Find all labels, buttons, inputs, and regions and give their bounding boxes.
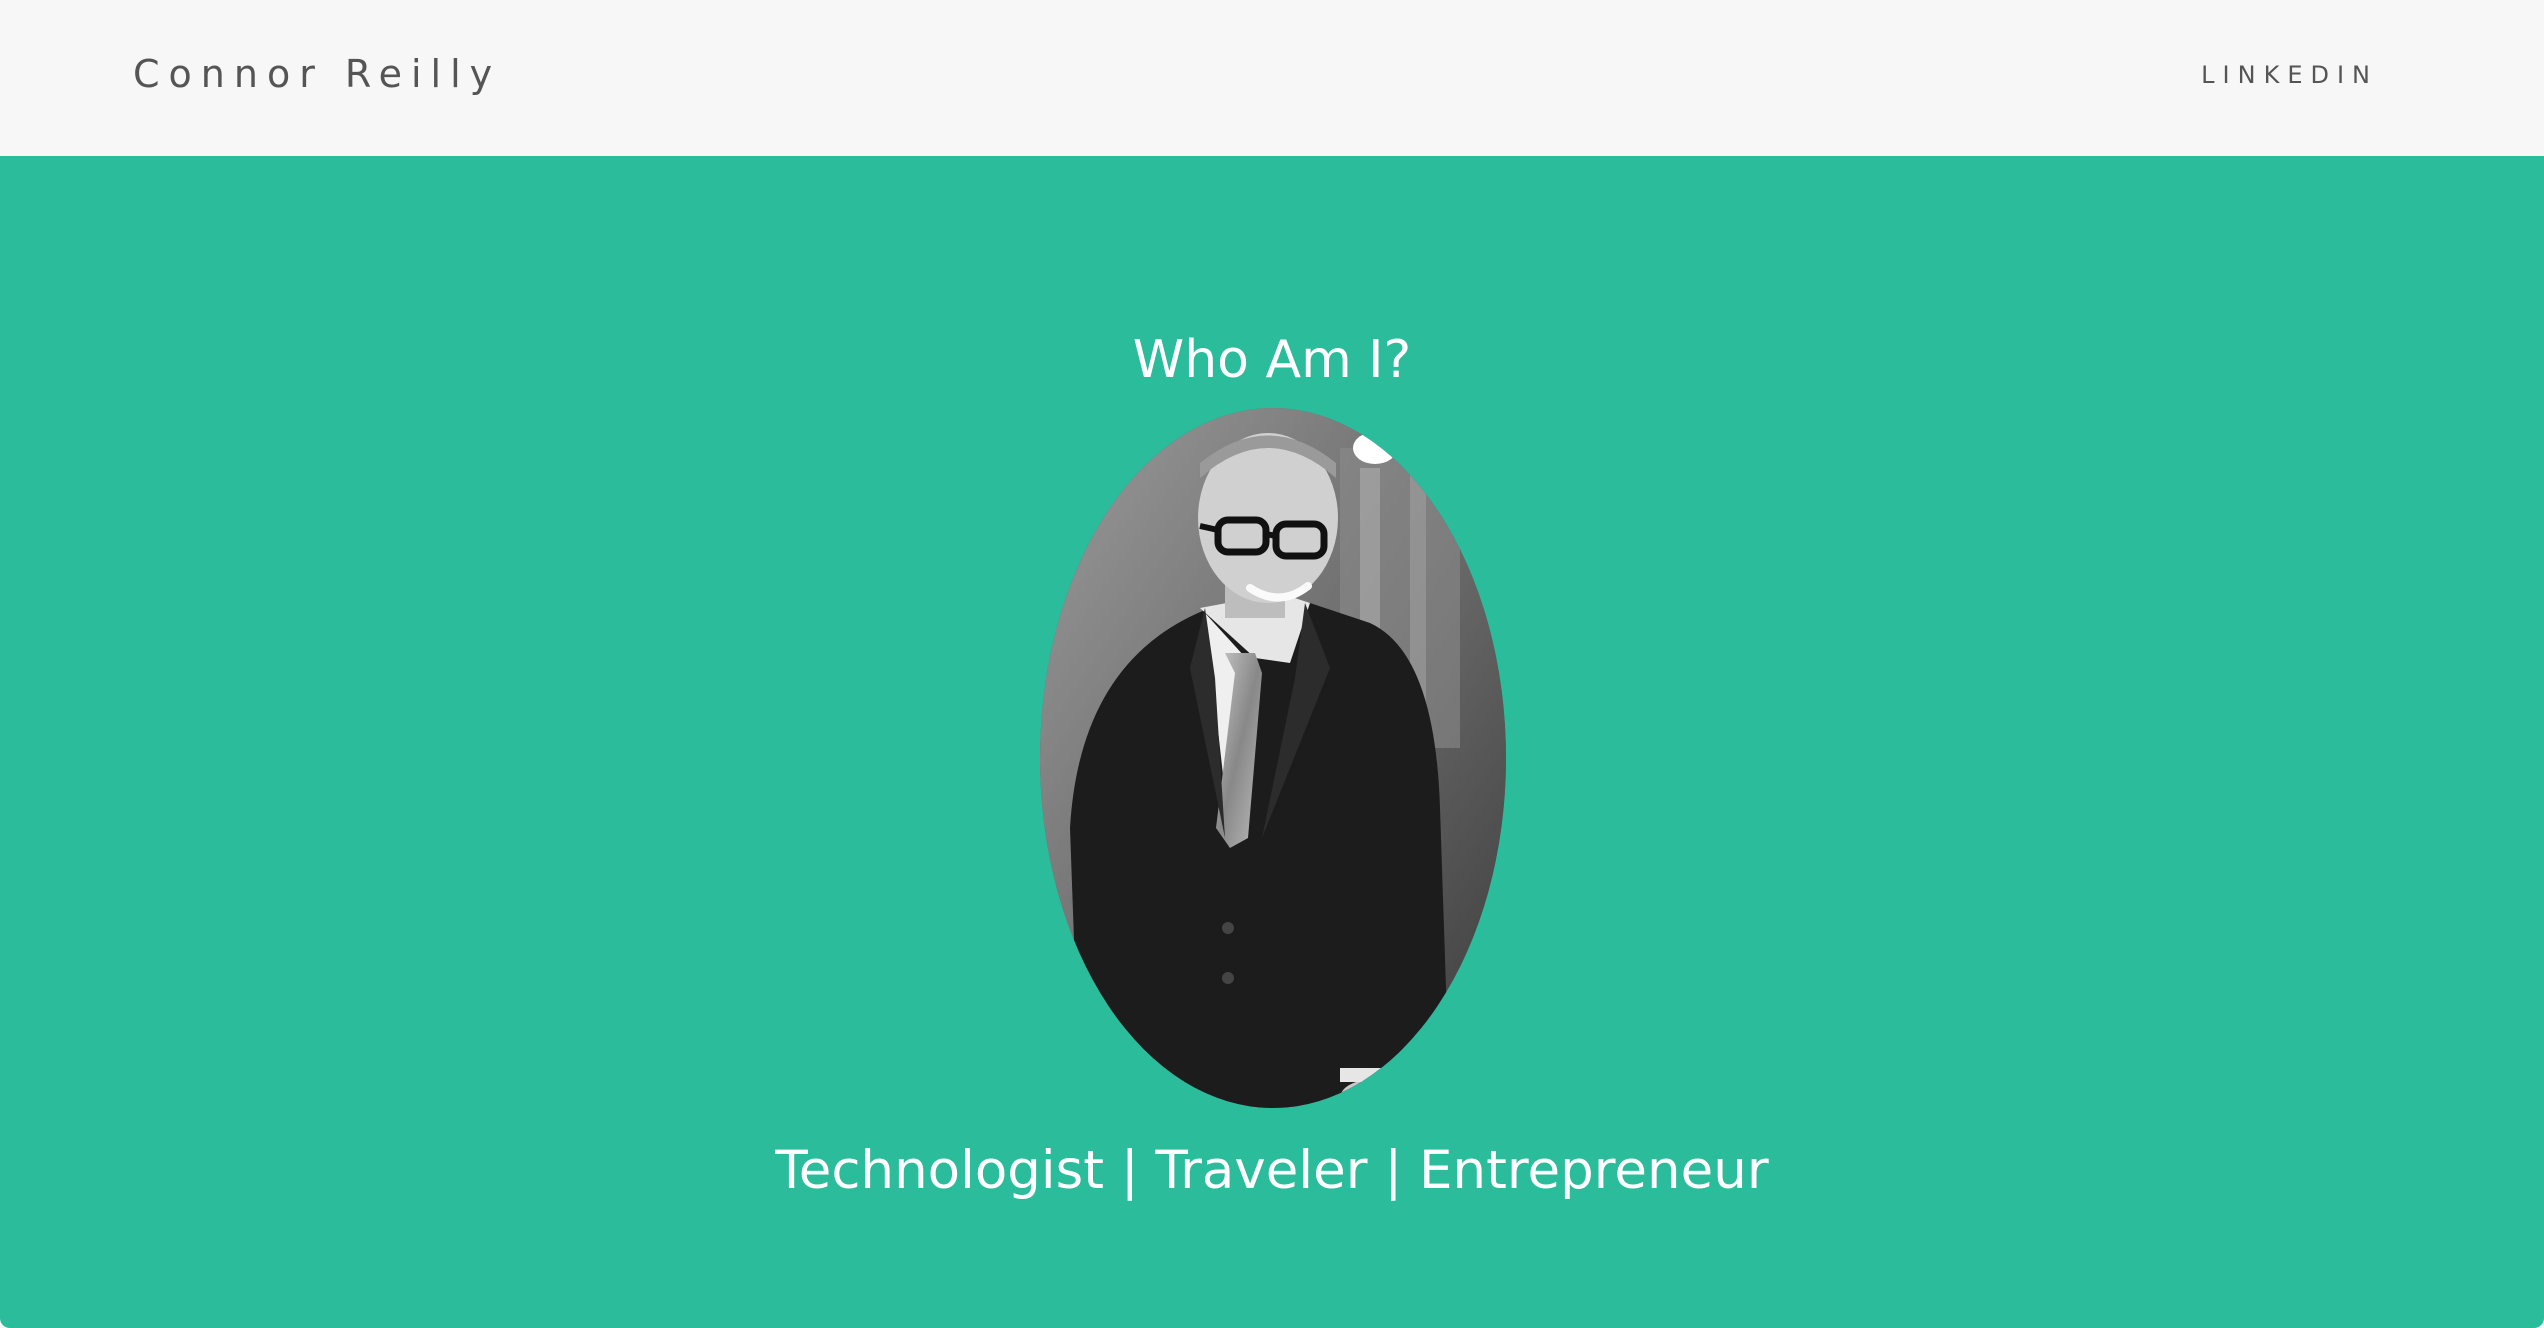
hero-section: Who Am I? Technologist | Traveler | Entr…: [0, 156, 2544, 1328]
site-brand[interactable]: Connor Reilly: [133, 52, 501, 96]
nav-link-linkedin[interactable]: LINKEDIN: [2201, 61, 2378, 89]
navbar: Connor Reilly LINKEDIN: [0, 0, 2544, 156]
hero-title: Who Am I?: [1132, 330, 1412, 390]
hero-tagline: Technologist | Traveler | Entrepreneur: [775, 1140, 1769, 1201]
profile-photo: [1040, 408, 1506, 1108]
